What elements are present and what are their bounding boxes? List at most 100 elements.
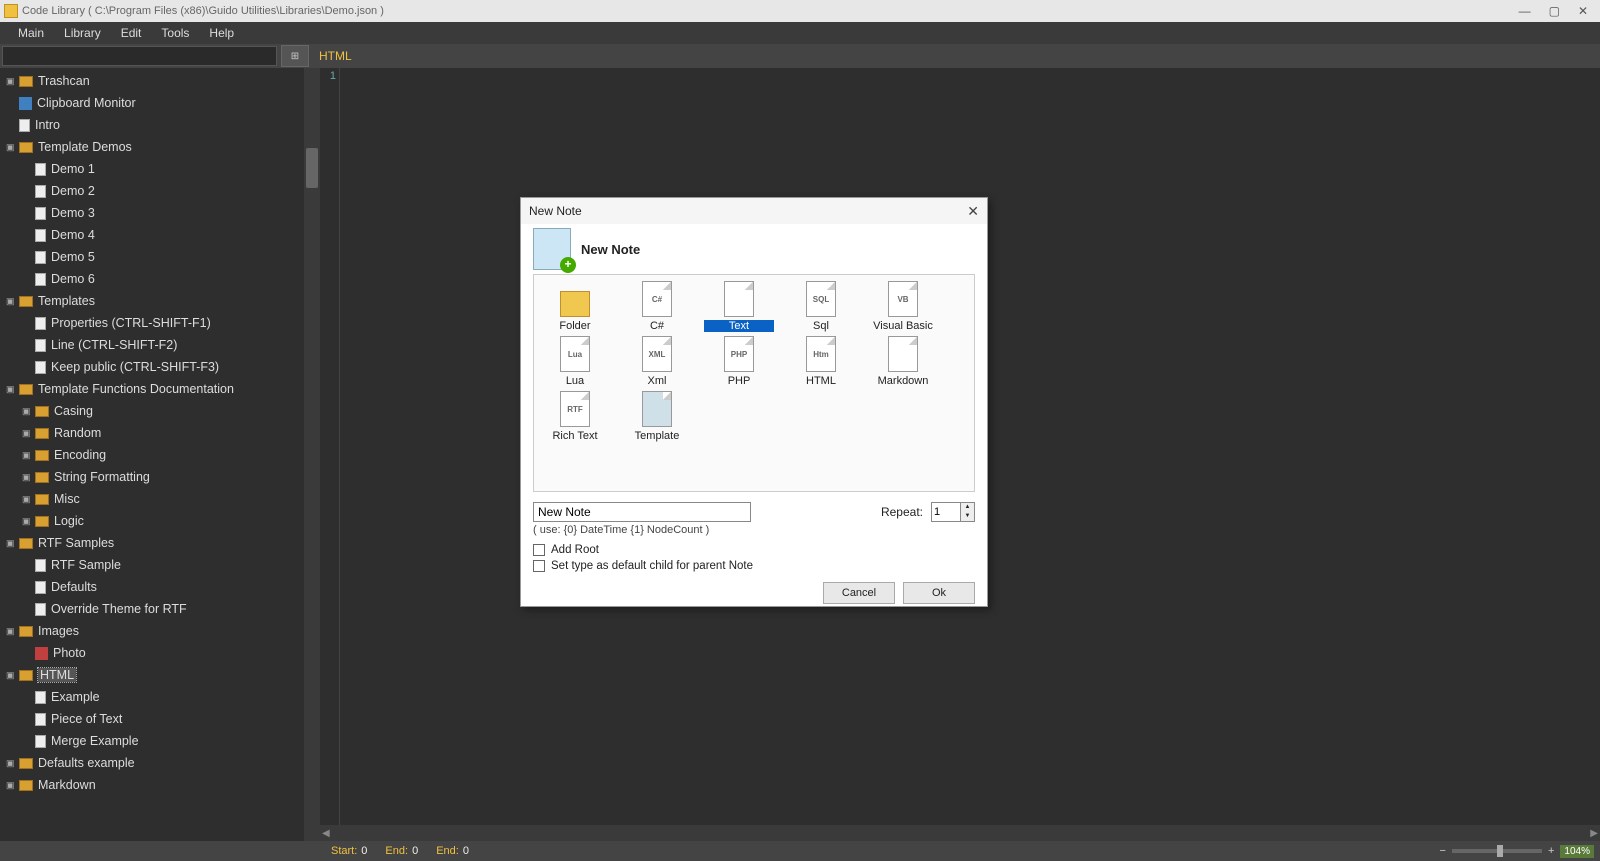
tree-item[interactable]: Merge Example: [0, 730, 320, 752]
tree-item[interactable]: Properties (CTRL-SHIFT-F1): [0, 312, 320, 334]
maximize-button[interactable]: ▢: [1549, 4, 1560, 18]
expander-icon[interactable]: ▣: [6, 758, 16, 769]
expander-icon[interactable]: ▣: [22, 450, 32, 461]
cancel-button[interactable]: Cancel: [823, 582, 895, 604]
tree-item[interactable]: ▣HTML: [0, 664, 320, 686]
menu-edit[interactable]: Edit: [111, 22, 152, 44]
expander-icon[interactable]: ▣: [22, 472, 32, 483]
tree-scrollbar[interactable]: [304, 68, 320, 841]
tree-item[interactable]: ▣Template Demos: [0, 136, 320, 158]
menu-tools[interactable]: Tools: [151, 22, 199, 44]
tree-item[interactable]: ▣Markdown: [0, 774, 320, 796]
note-type-option[interactable]: Markdown: [868, 336, 938, 387]
tree-item[interactable]: Piece of Text: [0, 708, 320, 730]
expander-icon[interactable]: ▣: [6, 76, 16, 87]
tree-item[interactable]: ▣String Formatting: [0, 466, 320, 488]
repeat-up[interactable]: ▲: [960, 503, 974, 512]
tree-item[interactable]: ▣Trashcan: [0, 70, 320, 92]
expander-icon[interactable]: ▣: [6, 670, 16, 681]
expander-icon[interactable]: ▣: [6, 384, 16, 395]
note-type-option[interactable]: C#C#: [622, 281, 692, 332]
add-root-checkbox[interactable]: [533, 544, 545, 556]
repeat-value[interactable]: [932, 503, 960, 521]
tree-item[interactable]: ▣ Logic: [0, 510, 320, 532]
editor-h-scrollbar[interactable]: ◀▶: [320, 825, 1600, 841]
tree-item[interactable]: ▣Images: [0, 620, 320, 642]
repeat-spinner[interactable]: ▲▼: [931, 502, 975, 522]
expander-icon[interactable]: ▣: [6, 296, 16, 307]
expander-icon[interactable]: ▣: [6, 780, 16, 791]
note-type-option[interactable]: RTFRich Text: [540, 391, 610, 442]
expander-icon[interactable]: ▣: [22, 494, 32, 505]
tree-item[interactable]: ▣Defaults example: [0, 752, 320, 774]
set-default-checkbox[interactable]: [533, 560, 545, 572]
note-type-option[interactable]: VBVisual Basic: [868, 281, 938, 332]
tree-item[interactable]: Demo 5: [0, 246, 320, 268]
tree-item[interactable]: Demo 3: [0, 202, 320, 224]
zoom-slider[interactable]: [1452, 849, 1542, 853]
note-type-option[interactable]: Text: [704, 281, 774, 332]
ok-button[interactable]: Ok: [903, 582, 975, 604]
expander-icon[interactable]: ▣: [22, 516, 32, 527]
tree-item[interactable]: ▣Random: [0, 422, 320, 444]
note-type-label: C#: [622, 320, 692, 332]
tree-item[interactable]: ▣ Encoding: [0, 444, 320, 466]
menu-library[interactable]: Library: [54, 22, 111, 44]
tree-item[interactable]: Intro: [0, 114, 320, 136]
expander-icon[interactable]: ▣: [6, 538, 16, 549]
tree-item[interactable]: ▣Casing: [0, 400, 320, 422]
tree-item-label: Line (CTRL-SHIFT-F2): [51, 338, 177, 352]
note-type-option[interactable]: LuaLua: [540, 336, 610, 387]
tree-item[interactable]: Photo: [0, 642, 320, 664]
note-type-option[interactable]: PHPPHP: [704, 336, 774, 387]
menu-main[interactable]: Main: [8, 22, 54, 44]
note-type-icon: [642, 391, 672, 427]
expander-icon[interactable]: ▣: [6, 626, 16, 637]
zoom-value: 104%: [1560, 845, 1594, 858]
note-name-input[interactable]: [533, 502, 751, 522]
tree-options-button[interactable]: ⊞: [281, 45, 309, 67]
zoom-plus[interactable]: +: [1548, 845, 1554, 857]
type-panel: FolderC#C#TextSQLSqlVBVisual Basic LuaLua…: [533, 274, 975, 492]
note-type-option[interactable]: SQLSql: [786, 281, 856, 332]
close-button[interactable]: ✕: [1578, 4, 1588, 18]
menu-help[interactable]: Help: [199, 22, 244, 44]
repeat-down[interactable]: ▼: [960, 512, 974, 521]
editor-tab-label[interactable]: HTML: [319, 49, 352, 63]
dialog-close-button[interactable]: ✕: [967, 203, 979, 220]
tree-item-label: Properties (CTRL-SHIFT-F1): [51, 316, 211, 330]
tree-item[interactable]: Clipboard Monitor: [0, 92, 320, 114]
expander-icon[interactable]: ▣: [22, 428, 32, 439]
search-input[interactable]: [2, 46, 277, 66]
expander-icon[interactable]: ▣: [22, 406, 32, 417]
tree-item[interactable]: ▣Templates: [0, 290, 320, 312]
tree-item[interactable]: Line (CTRL-SHIFT-F2): [0, 334, 320, 356]
note-type-option[interactable]: Folder: [540, 281, 610, 332]
tree-item[interactable]: Demo 4: [0, 224, 320, 246]
tree[interactable]: ▣TrashcanClipboard MonitorIntro▣Template…: [0, 68, 320, 798]
minimize-button[interactable]: —: [1519, 4, 1531, 18]
tree-item-label: Defaults: [51, 580, 97, 594]
status-start-value: 0: [361, 845, 367, 857]
tree-item-label: Encoding: [54, 448, 106, 462]
tree-item[interactable]: ▣Misc: [0, 488, 320, 510]
tree-item[interactable]: Override Theme for RTF: [0, 598, 320, 620]
zoom-minus[interactable]: −: [1440, 845, 1446, 857]
note-type-option[interactable]: Template: [622, 391, 692, 442]
expander-icon[interactable]: ▣: [6, 142, 16, 153]
note-type-option[interactable]: XMLXml: [622, 336, 692, 387]
tree-item[interactable]: ▣RTF Samples: [0, 532, 320, 554]
folder-icon: [19, 626, 33, 637]
tree-item[interactable]: Demo 1: [0, 158, 320, 180]
tree-item[interactable]: Demo 2: [0, 180, 320, 202]
tree-item-label: Demo 6: [51, 272, 95, 286]
tree-item[interactable]: ▣Template Functions Documentation: [0, 378, 320, 400]
note-type-label: Lua: [540, 375, 610, 387]
tree-item[interactable]: Example: [0, 686, 320, 708]
note-type-option[interactable]: HtmHTML: [786, 336, 856, 387]
tree-item-label: Logic: [54, 514, 84, 528]
tree-item[interactable]: Keep public (CTRL-SHIFT-F3): [0, 356, 320, 378]
tree-item[interactable]: RTF Sample: [0, 554, 320, 576]
tree-item[interactable]: Defaults: [0, 576, 320, 598]
tree-item[interactable]: Demo 6: [0, 268, 320, 290]
